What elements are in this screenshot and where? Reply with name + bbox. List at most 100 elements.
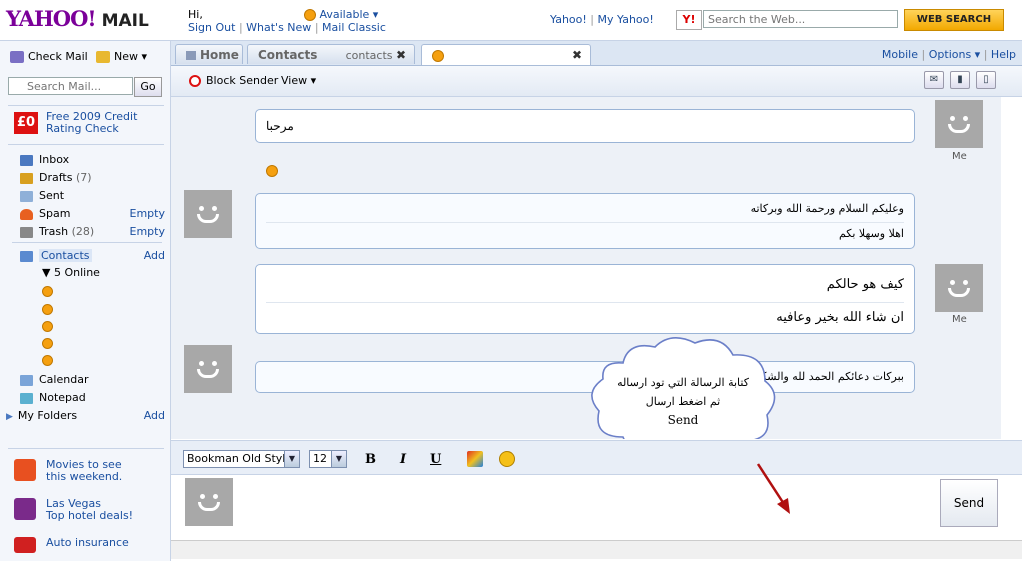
bold-button[interactable]: B xyxy=(365,452,376,467)
email-view-icon[interactable]: ✉ xyxy=(924,71,944,89)
contact-presence-icon[interactable] xyxy=(42,338,53,349)
logo-yahoo-text: YAHOO! xyxy=(6,6,97,31)
greeting: Hi, xyxy=(188,8,203,21)
yahoo-link[interactable]: Yahoo! xyxy=(550,13,587,26)
ad-line: this weekend. xyxy=(46,470,123,483)
message-text: مرحبا xyxy=(266,119,294,133)
font-family-value: Bookman Old Style xyxy=(187,452,293,465)
ad-vegas-text: Las Vegas Top hotel deals! xyxy=(46,498,133,522)
empty-trash-link[interactable]: Empty xyxy=(130,224,165,240)
new-button[interactable]: New ▾ xyxy=(96,50,147,63)
trash-icon xyxy=(20,226,33,238)
add-contact-link[interactable]: Add xyxy=(144,248,165,264)
folder-contacts[interactable]: Contacts Add xyxy=(20,248,165,264)
home-icon xyxy=(186,51,196,60)
italic-button[interactable]: I xyxy=(400,452,406,467)
drafts-icon xyxy=(20,172,33,184)
close-icon[interactable]: ✖ xyxy=(396,45,406,65)
font-size-select[interactable]: 12 ▼ xyxy=(309,450,347,468)
add-folder-link[interactable]: Add xyxy=(144,408,165,424)
web-search-input[interactable] xyxy=(703,10,898,28)
annotation-arrow xyxy=(756,463,790,514)
calendar-label: Calendar xyxy=(39,373,89,386)
contacts-icon xyxy=(20,250,33,262)
view-menu[interactable]: View ▾ xyxy=(281,74,316,87)
folder-trash[interactable]: Trash (28) Empty xyxy=(20,224,165,240)
empty-spam-link[interactable]: Empty xyxy=(130,206,165,222)
yahoo-mail-logo[interactable]: YAHOO! MAIL xyxy=(6,6,149,31)
message-bubble: مرحبا xyxy=(255,109,915,143)
notepad-icon xyxy=(20,392,33,404)
chat-view-icon[interactable]: ▮ xyxy=(950,71,970,89)
ad-las-vegas[interactable]: Las Vegas Top hotel deals! xyxy=(14,498,164,524)
folder-label: Trash xyxy=(39,225,69,238)
credit-check-ad[interactable]: £0 Free 2009 Credit Rating Check xyxy=(8,105,164,145)
message-text: اهلا وسهلا بكم xyxy=(838,227,904,240)
folder-spam[interactable]: Spam Empty xyxy=(20,206,165,222)
message-bubble: كيف هو حالكم ان شاء الله بخير وعافيه xyxy=(255,264,915,334)
contact-presence-icon[interactable] xyxy=(42,355,53,366)
text-color-icon[interactable] xyxy=(467,451,483,467)
my-folders[interactable]: ▶ My Folders Add xyxy=(6,408,165,424)
notepad-label: Notepad xyxy=(39,391,86,404)
folder-label: Contacts xyxy=(39,249,92,262)
tab-chat[interactable]: ✖ xyxy=(421,44,591,65)
tab-contacts[interactable]: Contacts contacts ✖ xyxy=(247,44,415,64)
callout-text: كتابة الرسالة التي تود ارساله ثم اضغط ار… xyxy=(591,373,775,430)
folder-sent[interactable]: Sent xyxy=(20,188,165,204)
ad-movies[interactable]: Movies to see this weekend. xyxy=(14,459,164,485)
avatar xyxy=(185,478,233,526)
font-family-select[interactable]: Bookman Old Style ▼ xyxy=(183,450,300,468)
bottom-status-strip xyxy=(171,540,1022,559)
mail-search-input[interactable] xyxy=(8,77,133,95)
folder-label: Sent xyxy=(39,189,65,202)
my-folders-label: My Folders xyxy=(17,409,78,422)
ad-auto-insurance[interactable]: Auto insurance xyxy=(14,537,164,557)
folder-label: Drafts xyxy=(39,171,73,184)
status-selector[interactable]: Available ▾ xyxy=(304,8,378,21)
expand-triangle-icon: ▶ xyxy=(6,412,13,422)
emoticon-icon[interactable] xyxy=(499,451,515,467)
typing-presence-icon xyxy=(266,165,278,177)
folder-inbox[interactable]: Inbox xyxy=(20,152,165,168)
folder-label: Inbox xyxy=(39,153,70,166)
presence-icon xyxy=(432,49,444,62)
message-input[interactable] xyxy=(237,478,937,526)
close-icon[interactable]: ✖ xyxy=(572,45,582,65)
go-button[interactable]: Go xyxy=(134,77,162,97)
me-label: Me xyxy=(952,151,967,162)
send-button[interactable]: Send xyxy=(940,479,998,527)
tab-contacts-suffix: contacts xyxy=(345,49,393,62)
mail-classic-link[interactable]: Mail Classic xyxy=(322,21,386,34)
online-toggle[interactable]: ▼ 5 Online xyxy=(42,266,100,279)
web-search-button[interactable]: WEB SEARCH xyxy=(904,9,1004,31)
status-label: Available ▾ xyxy=(319,8,379,21)
contact-presence-icon[interactable] xyxy=(42,321,53,332)
notepad-link[interactable]: Notepad xyxy=(20,390,165,406)
contact-presence-icon[interactable] xyxy=(42,286,53,297)
message-divider xyxy=(266,222,904,223)
trash-count: (28) xyxy=(71,225,95,238)
underline-button[interactable]: U xyxy=(430,452,441,467)
check-mail-button[interactable]: Check Mail xyxy=(10,50,88,63)
contact-presence-icon[interactable] xyxy=(42,304,53,315)
block-sender-button[interactable]: Block Sender xyxy=(189,74,278,87)
new-label: New ▾ xyxy=(114,50,148,63)
help-link[interactable]: Help xyxy=(991,48,1016,61)
mobile-link[interactable]: Mobile xyxy=(882,48,918,61)
tab-home[interactable]: Home xyxy=(175,44,243,64)
whats-new-link[interactable]: What's New xyxy=(246,21,311,34)
tab-bar: Home Contacts contacts ✖ ✖ Mobile | Optio… xyxy=(171,41,1022,66)
calendar-link[interactable]: Calendar xyxy=(20,372,165,388)
callout-line: ثم اضغط ارسال xyxy=(645,395,721,408)
my-yahoo-link[interactable]: My Yahoo! xyxy=(598,13,654,26)
check-mail-icon xyxy=(10,51,24,63)
sent-icon xyxy=(20,190,33,202)
credit-badge: £0 xyxy=(14,112,38,134)
sign-out-link[interactable]: Sign Out xyxy=(188,21,235,34)
mobile-view-icon[interactable]: ▯ xyxy=(976,71,996,89)
options-menu[interactable]: Options ▾ xyxy=(929,48,980,61)
conversation-pane: مرحبا Me وعليكم السلام ورحمة الله وبركات… xyxy=(171,97,1001,439)
message-text: كيف هو حالكم xyxy=(826,277,904,292)
folder-drafts[interactable]: Drafts (7) xyxy=(20,170,165,186)
